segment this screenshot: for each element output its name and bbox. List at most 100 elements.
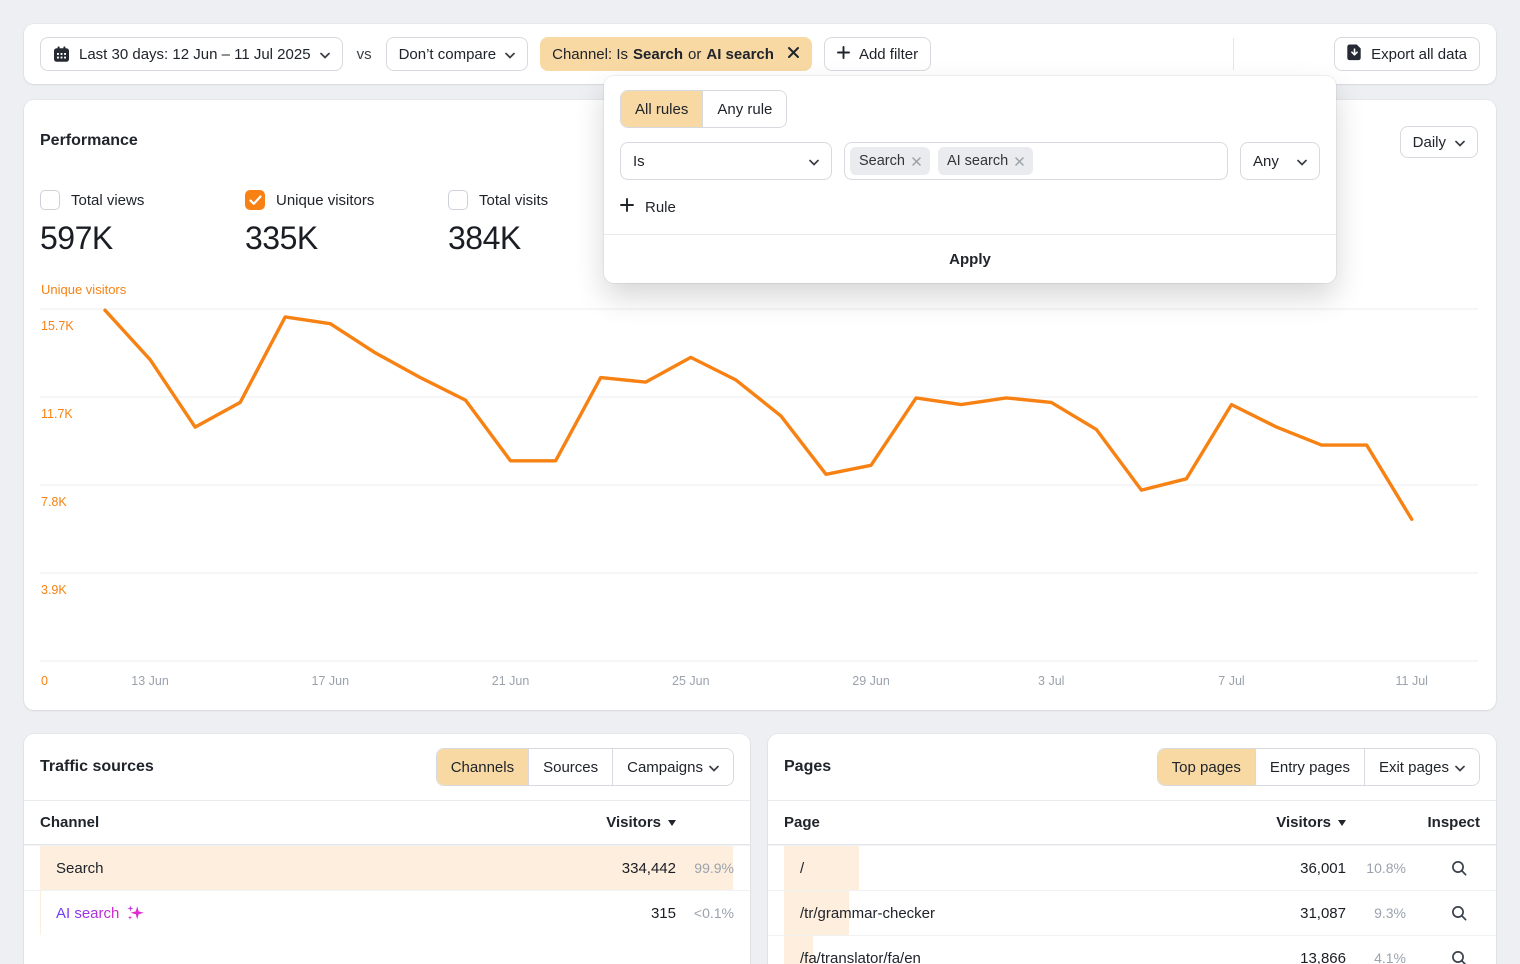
operator-value: Is bbox=[633, 153, 645, 170]
chevron-down-icon bbox=[1455, 134, 1465, 151]
svg-text:11.7K: 11.7K bbox=[41, 407, 73, 421]
visitors-share: 99.9% bbox=[676, 860, 734, 876]
visitors-value: 334,442 bbox=[546, 860, 676, 877]
match-mode-select[interactable]: Any bbox=[1240, 142, 1320, 180]
tab-any-rule[interactable]: Any rule bbox=[702, 91, 786, 127]
svg-text:25 Jun: 25 Jun bbox=[672, 674, 710, 688]
table-row-page[interactable]: /tr/grammar-checker 31,087 9.3% bbox=[768, 890, 1496, 935]
total-views-checkbox[interactable] bbox=[40, 190, 60, 210]
metric-total-views[interactable]: Total views 597K bbox=[40, 190, 144, 257]
tab-all-rules[interactable]: All rules bbox=[621, 91, 702, 127]
remove-tag-icon[interactable] bbox=[1015, 157, 1024, 166]
visitors-value: 31,087 bbox=[1226, 905, 1346, 922]
chevron-down-icon bbox=[809, 153, 819, 170]
chevron-down-icon bbox=[1297, 153, 1307, 170]
svg-text:15.7K: 15.7K bbox=[41, 319, 74, 333]
tag-label: Search bbox=[859, 153, 905, 169]
tab-exit-pages-label: Exit pages bbox=[1379, 759, 1449, 776]
col-visitors-sort[interactable]: Visitors bbox=[546, 814, 676, 831]
export-all-data-button[interactable]: Export all data bbox=[1334, 37, 1480, 71]
channel-table-header: Channel Visitors bbox=[24, 801, 750, 845]
visitors-value: 13,866 bbox=[1226, 950, 1346, 964]
apply-label: Apply bbox=[949, 251, 991, 268]
tab-campaigns-label: Campaigns bbox=[627, 759, 703, 776]
traffic-sources-tabs: Channels Sources Campaigns bbox=[436, 748, 734, 786]
tag-ai-search[interactable]: AI search bbox=[938, 147, 1033, 175]
remove-tag-icon[interactable] bbox=[912, 157, 921, 166]
table-row-page[interactable]: / 36,001 10.8% bbox=[768, 845, 1496, 890]
svg-text:11 Jul: 11 Jul bbox=[1396, 674, 1428, 688]
svg-text:0: 0 bbox=[41, 674, 48, 688]
inspect-magnifier-icon[interactable] bbox=[1451, 860, 1468, 877]
add-filter-button[interactable]: Add filter bbox=[824, 37, 931, 71]
svg-text:7 Jul: 7 Jul bbox=[1218, 674, 1244, 688]
vs-label: vs bbox=[355, 46, 374, 63]
table-row-search[interactable]: Search 334,442 99.9% bbox=[24, 845, 750, 890]
tab-entry-pages[interactable]: Entry pages bbox=[1255, 749, 1364, 785]
pages-card: Pages Top pages Entry pages Exit pages P… bbox=[768, 734, 1496, 964]
sparkles-icon bbox=[126, 904, 144, 922]
col-channel: Channel bbox=[40, 814, 546, 831]
apply-button[interactable]: Apply bbox=[604, 234, 1336, 283]
metric-label: Unique visitors bbox=[276, 192, 374, 209]
chevron-down-icon bbox=[320, 46, 330, 63]
table-row-ai-search[interactable]: AI search 315 <0.1% bbox=[24, 890, 750, 935]
export-label: Export all data bbox=[1371, 46, 1467, 63]
page-path[interactable]: / bbox=[784, 860, 1226, 877]
unique-visitors-checkbox[interactable] bbox=[245, 190, 265, 210]
tag-label: AI search bbox=[947, 153, 1008, 169]
plus-icon bbox=[620, 198, 634, 216]
col-visitors-sort[interactable]: Visitors bbox=[1226, 814, 1346, 831]
tab-channels[interactable]: Channels bbox=[437, 749, 528, 785]
svg-text:17 Jun: 17 Jun bbox=[312, 674, 350, 688]
visitors-share: 4.1% bbox=[1346, 950, 1406, 964]
tab-sources[interactable]: Sources bbox=[528, 749, 612, 785]
operator-select[interactable]: Is bbox=[620, 142, 832, 180]
remove-filter-button[interactable] bbox=[787, 46, 800, 63]
add-rule-button[interactable]: Rule bbox=[620, 198, 676, 216]
page-path[interactable]: /fa/translator/fa/en bbox=[784, 950, 1226, 964]
metric-label: Total visits bbox=[479, 192, 548, 209]
tab-top-pages[interactable]: Top pages bbox=[1158, 749, 1255, 785]
performance-line-chart: 15.7K11.7K7.8K3.9K013 Jun17 Jun21 Jun25 … bbox=[40, 294, 1478, 698]
svg-text:29 Jun: 29 Jun bbox=[852, 674, 890, 688]
col-visitors-label: Visitors bbox=[1276, 814, 1331, 831]
chevron-down-icon bbox=[505, 46, 515, 63]
channel-name[interactable]: AI search bbox=[56, 905, 119, 922]
filter-chip-value-2: AI search bbox=[706, 46, 774, 63]
col-inspect: Inspect bbox=[1406, 814, 1480, 831]
inspect-magnifier-icon[interactable] bbox=[1451, 950, 1468, 964]
table-row-page[interactable]: /fa/translator/fa/en 13,866 4.1% bbox=[768, 935, 1496, 964]
page-path[interactable]: /tr/grammar-checker bbox=[784, 905, 1226, 922]
channel-filter-chip[interactable]: Channel: Is Search or AI search bbox=[540, 37, 812, 71]
traffic-sources-title: Traffic sources bbox=[40, 758, 154, 776]
interval-dropdown[interactable]: Daily bbox=[1400, 126, 1478, 158]
date-range-label: Last 30 days: 12 Jun – 11 Jul 2025 bbox=[79, 46, 311, 63]
compare-dropdown[interactable]: Don’t compare bbox=[386, 37, 529, 71]
tab-campaigns[interactable]: Campaigns bbox=[612, 749, 733, 785]
filter-values-input[interactable]: Search AI search bbox=[844, 142, 1228, 180]
svg-text:21 Jun: 21 Jun bbox=[492, 674, 530, 688]
filter-chip-conjunction: or bbox=[688, 46, 701, 63]
visitors-share: 10.8% bbox=[1346, 860, 1406, 876]
toolbar: Last 30 days: 12 Jun – 11 Jul 2025 vs Do… bbox=[24, 24, 1496, 84]
inspect-magnifier-icon[interactable] bbox=[1451, 905, 1468, 922]
sort-desc-icon bbox=[668, 820, 676, 826]
metric-label: Total views bbox=[71, 192, 144, 209]
metric-value: 597K bbox=[40, 220, 144, 257]
svg-text:7.8K: 7.8K bbox=[41, 495, 67, 509]
filter-chip-prefix: Channel: Is bbox=[552, 46, 628, 63]
metric-value: 384K bbox=[448, 220, 548, 257]
tag-search[interactable]: Search bbox=[850, 147, 930, 175]
col-visitors-label: Visitors bbox=[606, 814, 661, 831]
date-range-button[interactable]: Last 30 days: 12 Jun – 11 Jul 2025 bbox=[40, 37, 343, 71]
filter-chip-value-1: Search bbox=[633, 46, 683, 63]
metric-unique-visitors[interactable]: Unique visitors 335K bbox=[245, 190, 374, 257]
total-visits-checkbox[interactable] bbox=[448, 190, 468, 210]
compare-label: Don’t compare bbox=[399, 46, 497, 63]
tab-exit-pages[interactable]: Exit pages bbox=[1364, 749, 1479, 785]
channel-name[interactable]: Search bbox=[40, 860, 546, 877]
chevron-down-icon bbox=[709, 759, 719, 776]
metric-total-visits[interactable]: Total visits 384K bbox=[448, 190, 548, 257]
visitors-value: 36,001 bbox=[1226, 860, 1346, 877]
